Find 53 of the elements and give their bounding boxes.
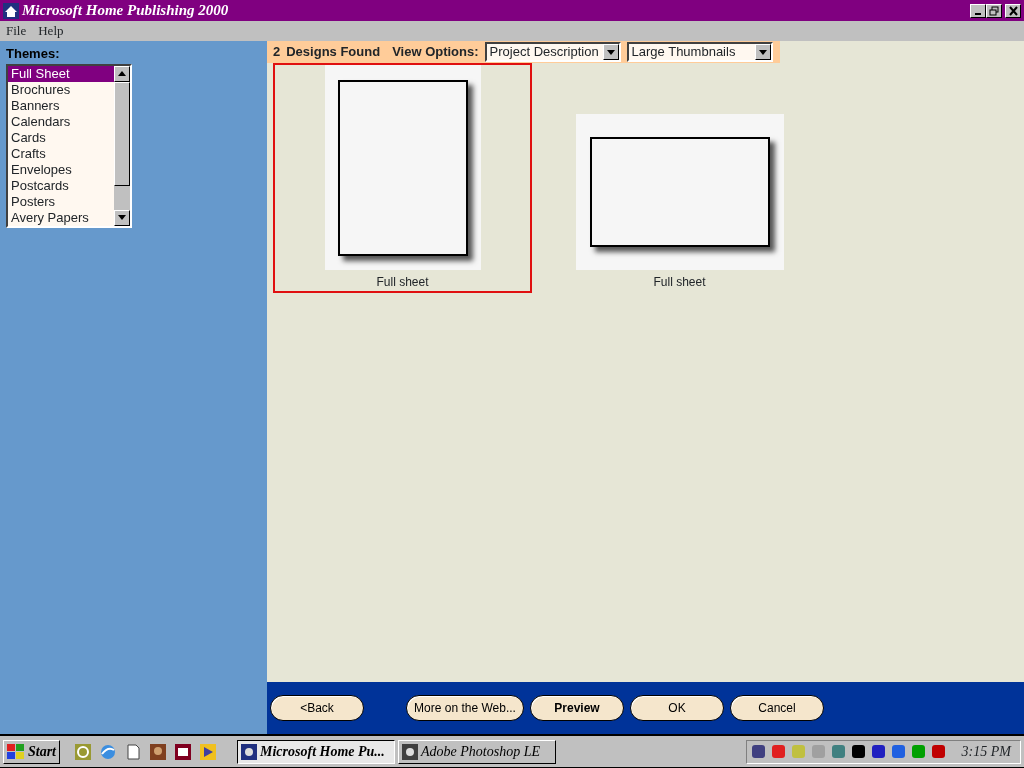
clock-time: 3:15 PM <box>961 743 1011 761</box>
dropdown[interactable]: Large Thumbnails <box>626 42 773 62</box>
scroll-up-button[interactable] <box>114 65 130 82</box>
restore-button[interactable] <box>986 3 1002 18</box>
dialog-button[interactable]: Preview <box>530 695 624 721</box>
close-icon <box>1008 5 1018 16</box>
dropdown-arrow-icon <box>758 49 767 55</box>
design-thumbnail[interactable]: Full sheet <box>273 63 532 293</box>
down-arrow-icon <box>118 215 126 220</box>
document-icon[interactable] <box>125 743 141 760</box>
dialog-button[interactable]: <Back <box>270 695 364 721</box>
list-item[interactable]: Banners <box>8 97 114 114</box>
up-arrow-icon <box>118 71 126 76</box>
restore-icon <box>989 5 999 16</box>
view-options-label: View Options: <box>392 43 479 62</box>
menu-item[interactable]: File <box>6 21 27 41</box>
list-item[interactable]: Full Sheet <box>8 65 114 82</box>
scroll-thumb[interactable] <box>114 81 130 186</box>
app-icon <box>3 2 19 19</box>
thumbnail-caption: Full sheet <box>653 274 706 291</box>
dropdown[interactable]: Project Description <box>484 42 621 62</box>
list-item[interactable]: Postcards <box>8 177 114 194</box>
menu-item[interactable]: Help <box>38 21 64 41</box>
thumbnail-caption: Full sheet <box>376 274 429 291</box>
window-title: Microsoft Home Publishing 2000 <box>22 1 229 21</box>
list-item[interactable]: Avery Papers <box>8 209 114 226</box>
window-icon[interactable] <box>175 743 191 760</box>
list-item[interactable]: Calendars <box>8 113 114 130</box>
close-button[interactable] <box>1005 3 1021 18</box>
list-item[interactable]: Brochures <box>8 81 114 98</box>
taskbar-button[interactable]: Microsoft Home Pu... <box>237 739 395 764</box>
app-icon <box>402 743 418 760</box>
result-count: 2 <box>273 43 281 62</box>
themes-label: Themes: <box>6 45 61 63</box>
app-icon <box>241 743 257 760</box>
minimize-button[interactable] <box>970 3 986 18</box>
play-icon[interactable] <box>200 743 216 760</box>
list-item[interactable]: Cards <box>8 129 114 146</box>
minimize-icon <box>975 13 981 15</box>
taskbar-button[interactable]: Adobe Photoshop LE <box>398 739 556 764</box>
dialog-button[interactable]: More on the Web... <box>406 695 524 721</box>
globe-icon[interactable] <box>100 743 116 760</box>
results-label: Designs Found <box>286 43 381 62</box>
dialog-button[interactable]: OK <box>630 695 724 721</box>
list-item[interactable]: Crafts <box>8 145 114 162</box>
portrait-icon[interactable] <box>150 743 166 760</box>
scroll-down-button[interactable] <box>114 209 130 226</box>
list-item[interactable]: Envelopes <box>8 161 114 178</box>
dropdown-arrow-icon <box>606 49 615 55</box>
list-item[interactable]: Posters <box>8 193 114 210</box>
start-button[interactable]: Start <box>3 739 60 764</box>
dialog-button[interactable]: Cancel <box>730 695 824 721</box>
windows-logo-icon <box>7 743 25 760</box>
